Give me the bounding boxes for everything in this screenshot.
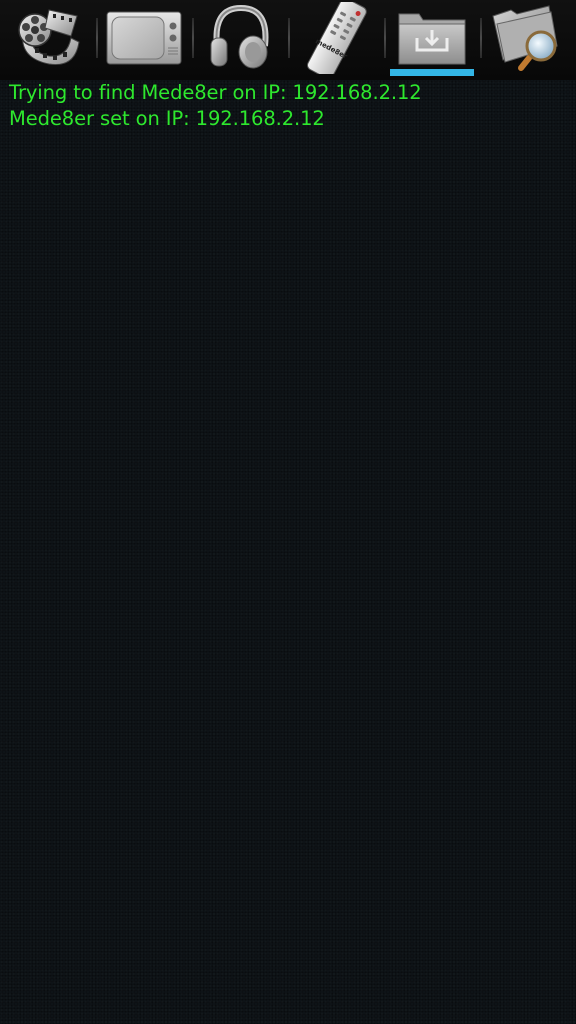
tv-icon: [105, 2, 183, 78]
folder-search-icon: [489, 2, 567, 78]
film-reel-icon: [9, 2, 87, 78]
headphones-icon: [201, 2, 279, 78]
download-folder-icon: [393, 2, 471, 78]
selected-tab-indicator: [390, 69, 474, 76]
tab-remote[interactable]: mede8er: [288, 0, 384, 80]
status-log: Trying to find Mede8er on IP: 192.168.2.…: [9, 80, 422, 132]
log-line-connected: Mede8er set on IP: 192.168.2.12: [9, 107, 325, 130]
app-screen: mede8er Trying to find Mede8er on IP: 19…: [0, 0, 576, 1024]
tab-browse[interactable]: [480, 0, 576, 80]
tab-tv[interactable]: [96, 0, 192, 80]
remote-control-icon: mede8er: [297, 0, 375, 80]
log-line-searching: Trying to find Mede8er on IP: 192.168.2.…: [9, 81, 422, 104]
tab-music[interactable]: [192, 0, 288, 80]
tab-movies[interactable]: [0, 0, 96, 80]
tab-downloads[interactable]: [384, 0, 480, 80]
tab-bar: mede8er: [0, 0, 576, 80]
